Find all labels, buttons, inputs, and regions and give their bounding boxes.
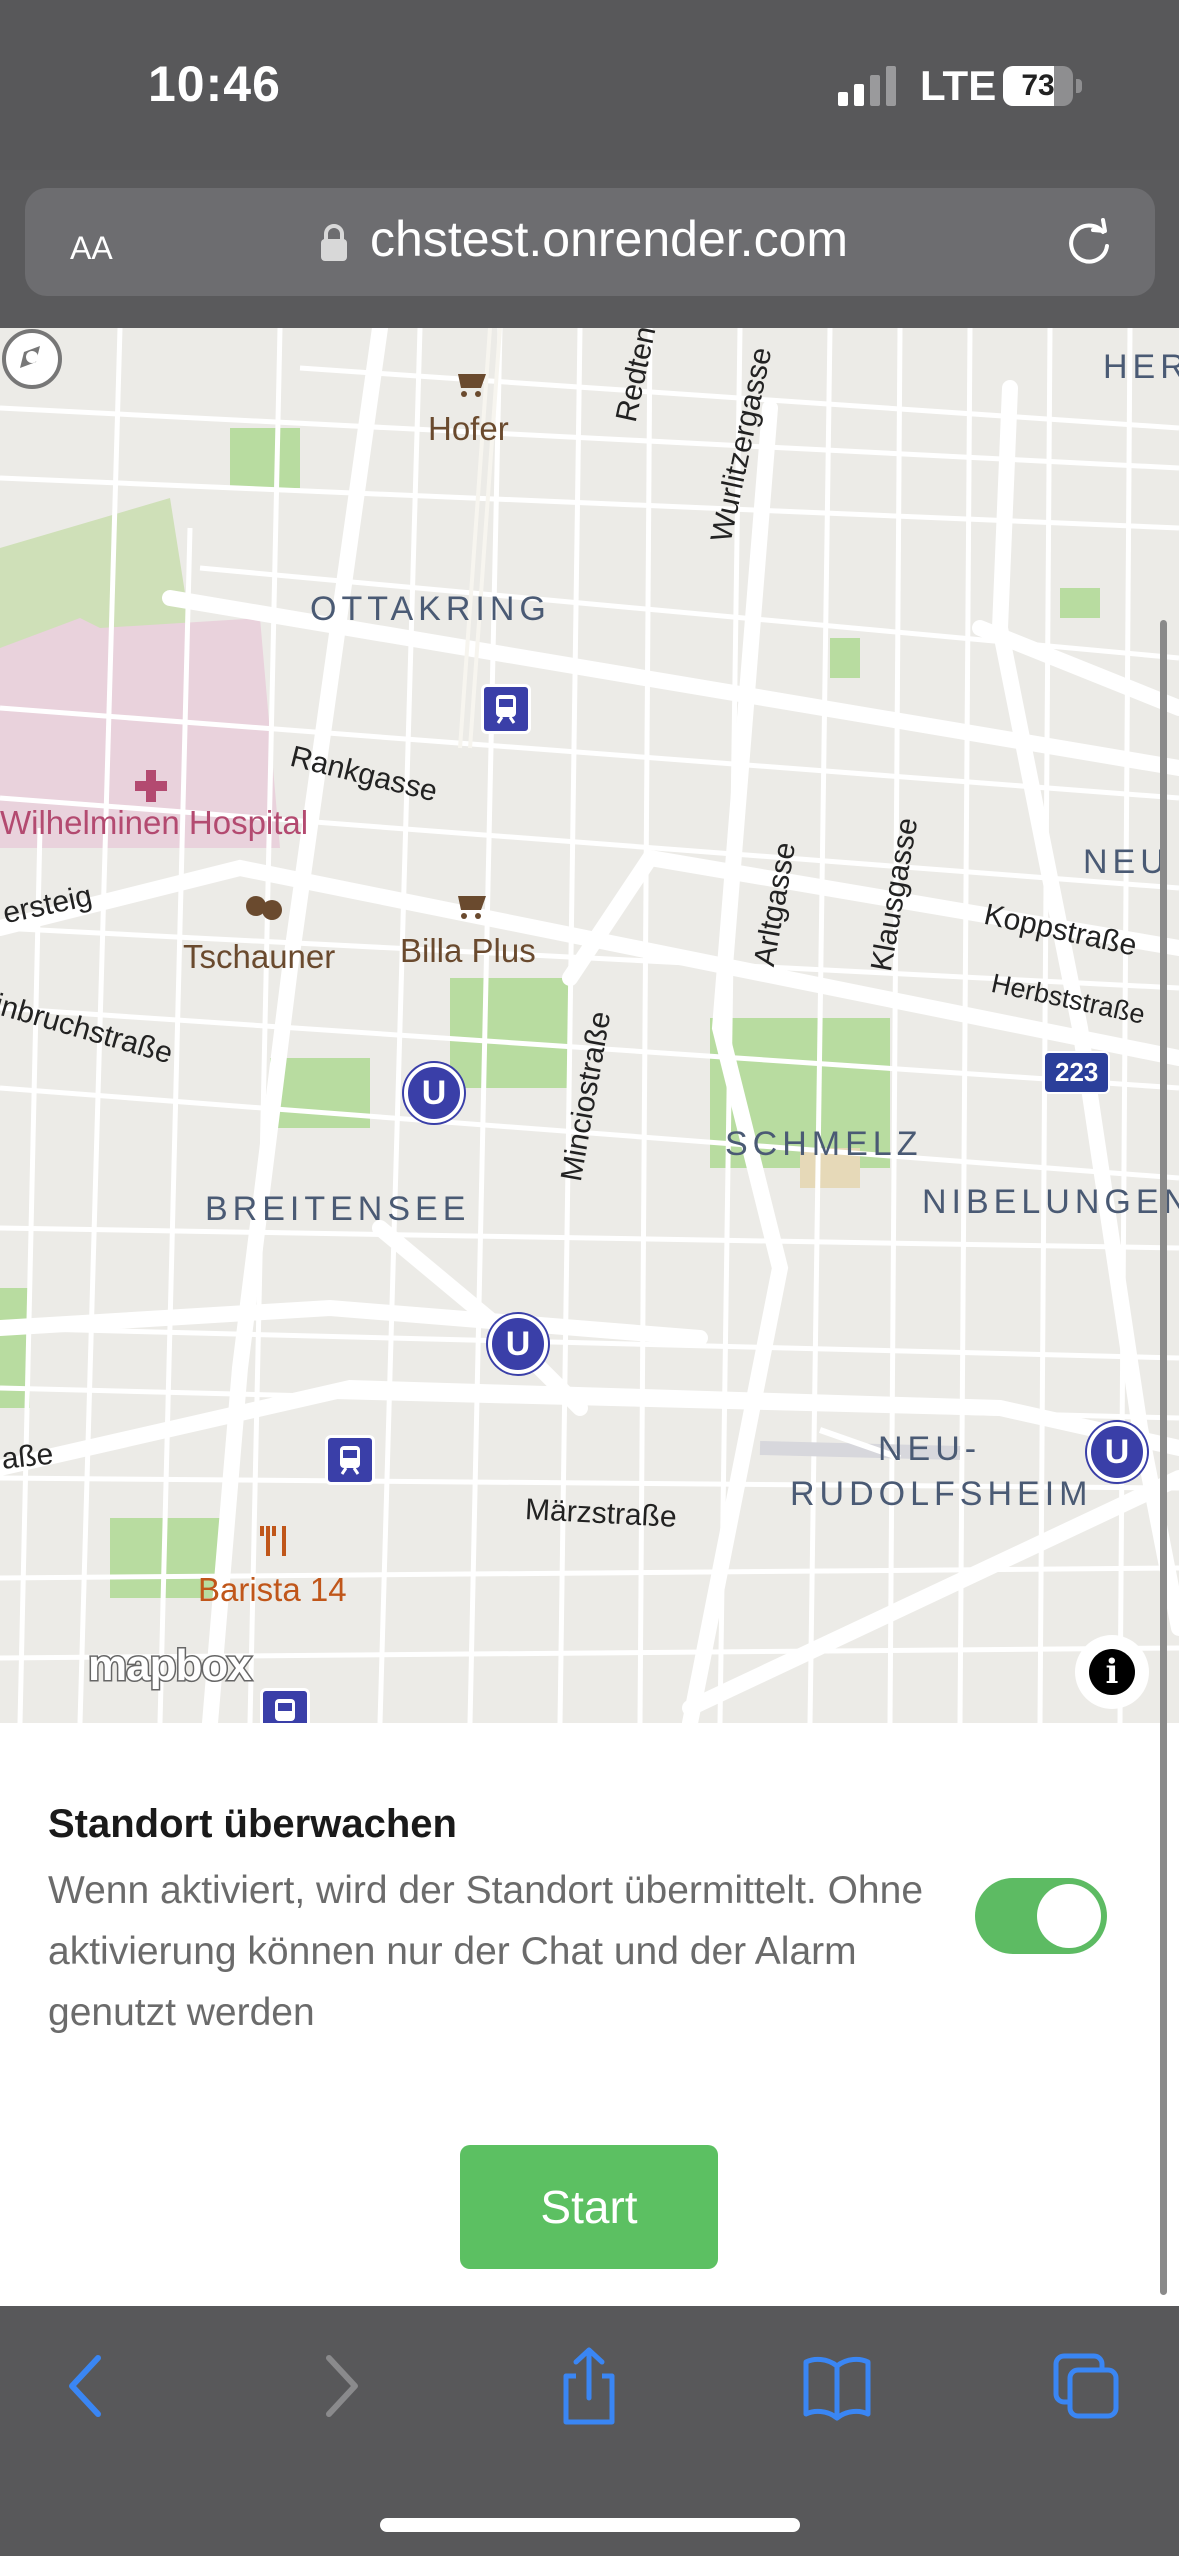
toggle-knob — [1037, 1884, 1101, 1948]
district-label: NEU- — [878, 1430, 982, 1468]
district-label: NIBELUNGEN — [922, 1183, 1179, 1221]
status-bar: 10:46 LTE 73 — [0, 0, 1179, 170]
home-indicator[interactable] — [380, 2518, 800, 2532]
train-station-icon[interactable] — [260, 1688, 310, 1723]
text-size-button[interactable]: AA — [70, 216, 113, 270]
restaurant-icon — [260, 1526, 286, 1556]
train-station-icon[interactable] — [325, 1435, 375, 1485]
forward-icon[interactable] — [305, 2346, 375, 2426]
status-time: 10:46 — [148, 56, 281, 112]
map-view[interactable]: OTTAKRING BREITENSEE SCHMELZ NIBELUNGEN … — [0, 328, 1179, 1723]
metro-station-icon[interactable]: U — [1087, 1422, 1147, 1482]
address-bar[interactable]: AA chstest.onrender.com — [25, 188, 1155, 296]
network-type: LTE — [920, 62, 997, 109]
reload-icon[interactable] — [1063, 216, 1115, 268]
district-label: HER — [1103, 348, 1179, 386]
poi-label-tschauner[interactable]: Tschauner — [183, 938, 335, 976]
metro-station-icon[interactable]: U — [404, 1063, 464, 1123]
poi-label-billa[interactable]: Billa Plus — [400, 932, 536, 970]
poi-label-hospital[interactable]: Wilhelminen Hospital — [0, 804, 308, 842]
panel-description: Wenn aktiviert, wird der Standort übermi… — [48, 1869, 924, 2034]
district-label: SCHMELZ — [725, 1125, 923, 1163]
district-label: RUDOLFSHEIM — [790, 1475, 1093, 1513]
scrollbar[interactable] — [1160, 620, 1167, 2295]
lock-icon — [321, 224, 347, 261]
train-station-icon[interactable] — [481, 684, 531, 734]
district-label: BREITENSEE — [205, 1190, 471, 1228]
battery-level: 73 — [1021, 69, 1055, 102]
district-label: OTTAKRING — [310, 590, 551, 628]
back-icon[interactable] — [52, 2346, 122, 2426]
url-text[interactable]: chstest.onrender.com — [370, 210, 848, 268]
battery-icon: 73 — [1003, 66, 1082, 106]
start-button[interactable]: Start — [460, 2145, 718, 2269]
metro-station-icon[interactable]: U — [488, 1314, 548, 1374]
text-size-label: AA — [70, 230, 113, 266]
map-info-button[interactable]: i — [1075, 1635, 1149, 1709]
info-icon: i — [1089, 1649, 1135, 1695]
mapbox-logo-icon — [2, 329, 62, 389]
poi-label-barista[interactable]: Barista 14 — [198, 1571, 347, 1609]
route-shield: 223 — [1043, 1051, 1111, 1094]
poi-label-hofer[interactable]: Hofer — [428, 410, 509, 448]
location-toggle[interactable] — [975, 1878, 1107, 1954]
street-label: aße — [0, 1437, 55, 1476]
signal-icon — [838, 66, 896, 106]
theater-icon — [246, 896, 282, 920]
district-label: NEU — [1083, 843, 1170, 881]
mapbox-attribution[interactable]: mapbox — [88, 1641, 252, 1691]
bookmarks-icon[interactable] — [802, 2346, 872, 2426]
share-icon[interactable] — [554, 2346, 624, 2426]
panel-title: Standort überwachen — [48, 1802, 457, 1846]
tabs-icon[interactable] — [1052, 2346, 1122, 2426]
